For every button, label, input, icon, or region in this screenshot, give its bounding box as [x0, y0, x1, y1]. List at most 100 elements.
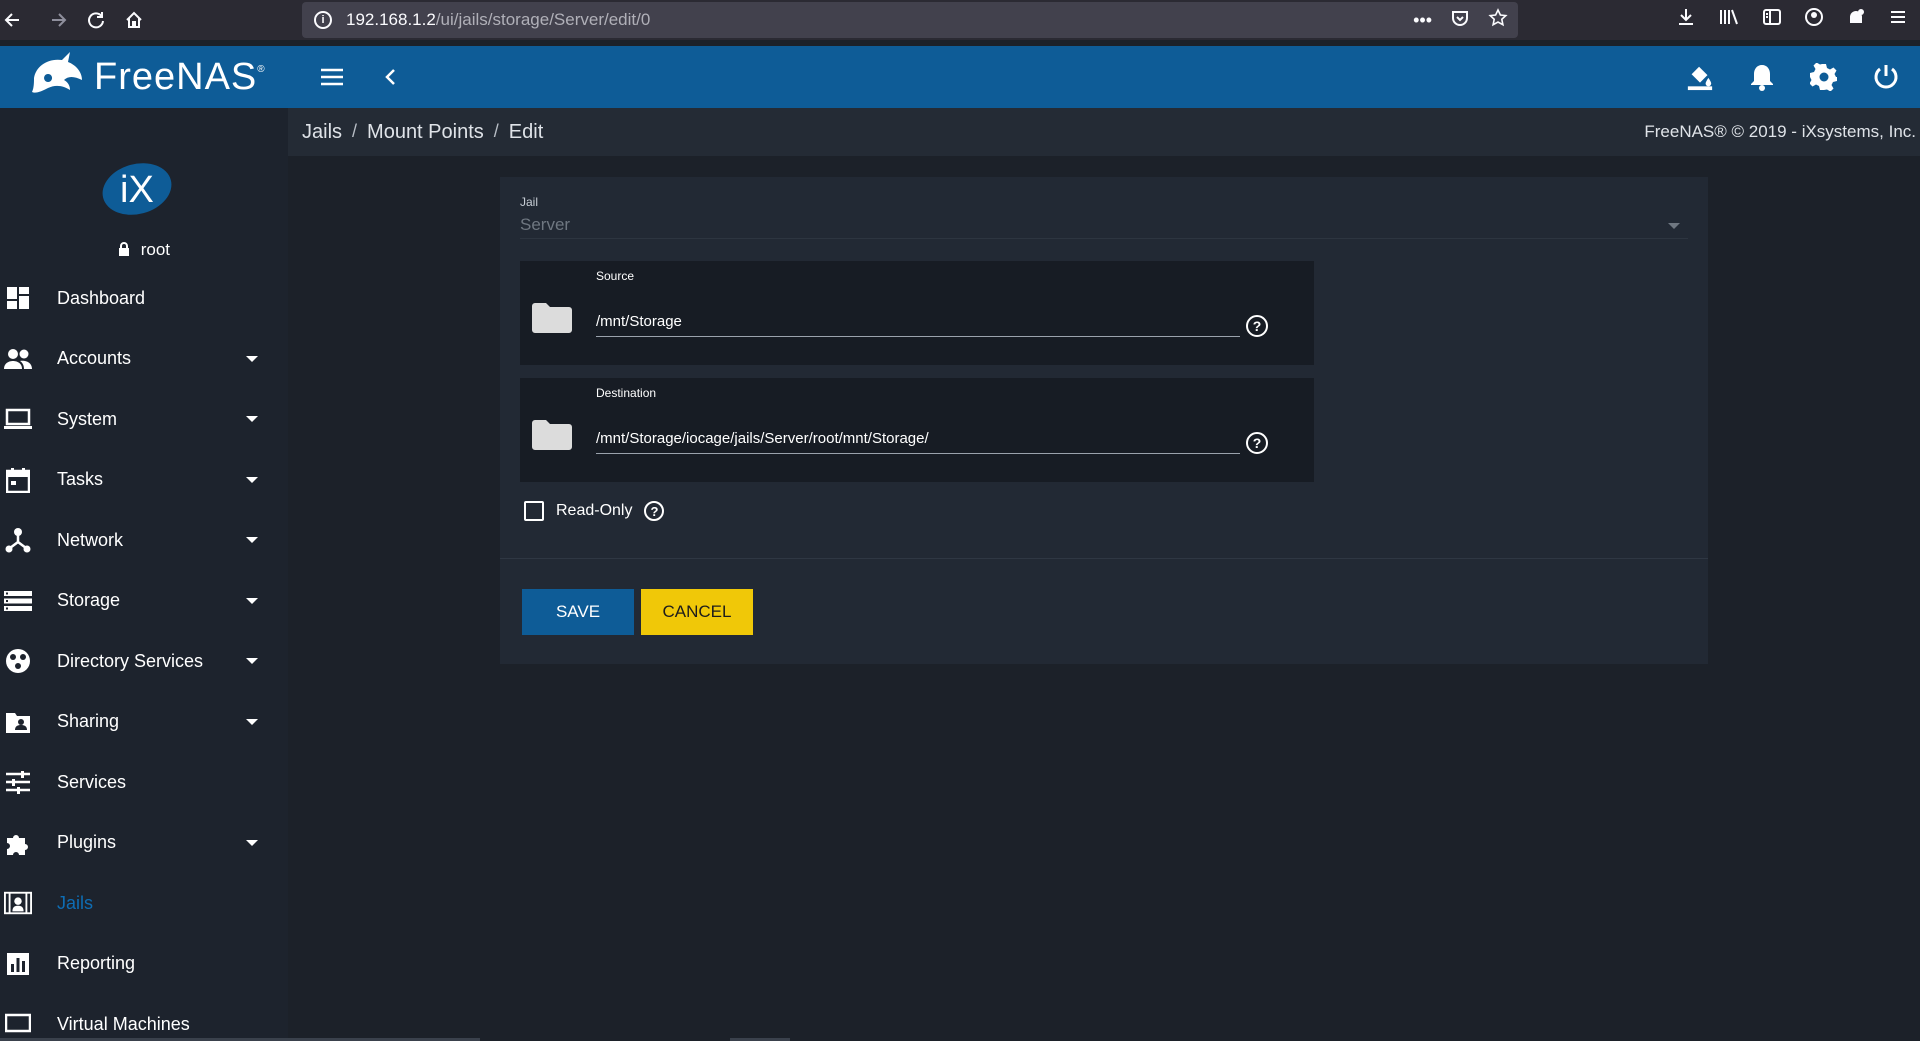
shark-logo-icon	[28, 50, 90, 104]
url-host: 192.168.1.2	[346, 10, 436, 29]
sidebar-item-plugins[interactable]: Plugins	[0, 813, 288, 874]
source-label: Source	[596, 269, 635, 283]
read-only-label[interactable]: Read-Only	[556, 502, 632, 520]
chevron-down-icon[interactable]	[246, 597, 258, 604]
network-icon	[4, 526, 32, 554]
breadcrumb-jails[interactable]: Jails	[302, 121, 342, 144]
jail-value: Server	[520, 215, 571, 234]
sidebar-item-tasks[interactable]: Tasks	[0, 450, 288, 511]
download-icon[interactable]	[1676, 7, 1696, 33]
breadcrumb-mount-points[interactable]: Mount Points	[367, 121, 484, 144]
account-icon[interactable]	[1804, 7, 1824, 33]
chevron-down-icon[interactable]	[246, 537, 258, 544]
user-area: iX root	[0, 108, 288, 268]
mount-point-form: Jail Server Source /mnt/Storage ? Destin…	[500, 177, 1708, 664]
source-field: Source /mnt/Storage ?	[520, 261, 1314, 365]
more-actions-icon[interactable]: •••	[1413, 10, 1432, 31]
site-info-icon[interactable]: i	[314, 11, 332, 29]
directory-icon	[4, 647, 32, 675]
app-name: FreeNAS®	[94, 56, 266, 99]
help-icon[interactable]: ?	[1246, 315, 1268, 337]
hamburger-menu-icon[interactable]	[318, 63, 346, 91]
url-text: 192.168.1.2/ui/jails/storage/Server/edit…	[346, 10, 650, 30]
chart-icon	[4, 950, 32, 978]
username: root	[140, 240, 171, 259]
chevron-down-icon[interactable]	[246, 718, 258, 725]
cancel-button[interactable]: CANCEL	[641, 589, 753, 635]
jail-icon	[4, 889, 32, 917]
collapse-chevron-icon[interactable]	[376, 63, 404, 91]
notifications-bell-icon[interactable]	[1748, 63, 1776, 91]
url-actions: •••	[1413, 2, 1508, 38]
sidebar-item-label: Accounts	[57, 348, 132, 369]
destination-input[interactable]: /mnt/Storage/iocage/jails/Server/root/mn…	[596, 426, 1240, 454]
browser-toolbar: i 192.168.1.2/ui/jails/storage/Server/ed…	[0, 0, 1920, 40]
help-icon[interactable]: ?	[644, 501, 665, 521]
chevron-down-icon[interactable]	[246, 658, 258, 665]
folder-icon[interactable]	[532, 420, 572, 450]
breadcrumb-list: Jails / Mount Points / Edit	[302, 121, 543, 144]
read-only-checkbox[interactable]	[524, 501, 544, 521]
source-input[interactable]: /mnt/Storage	[596, 309, 1240, 337]
chevron-down-icon[interactable]	[246, 476, 258, 483]
freenas-logo[interactable]: FreeNAS®	[28, 50, 266, 104]
menu-icon[interactable]	[1888, 7, 1908, 33]
chevron-down-icon	[1668, 223, 1680, 229]
address-bar[interactable]: i 192.168.1.2/ui/jails/storage/Server/ed…	[302, 2, 1518, 38]
chevron-down-icon[interactable]	[246, 839, 258, 846]
tune-icon	[4, 768, 32, 796]
puzzle-icon	[4, 829, 32, 857]
sidebar-item-services[interactable]: Services	[0, 752, 288, 813]
sidebar-item-label: Dashboard	[57, 287, 146, 308]
theme-paint-bucket-icon[interactable]	[1686, 63, 1714, 91]
sidebar-nav: Dashboard Accounts System Tasks Network …	[0, 268, 288, 1041]
reload-icon[interactable]	[78, 2, 114, 38]
sidebar-item-label: Services	[57, 771, 127, 792]
folder-icon[interactable]	[532, 303, 572, 333]
sidebar: iX root Dashboard Accounts System Tasks …	[0, 108, 288, 1041]
bookmark-star-icon[interactable]	[1488, 7, 1508, 33]
chevron-down-icon[interactable]	[246, 355, 258, 362]
sidebar-item-storage[interactable]: Storage	[0, 571, 288, 632]
divider	[500, 558, 1708, 559]
library-icon[interactable]	[1718, 7, 1740, 33]
pocket-icon[interactable]	[1450, 8, 1470, 33]
sidebar-item-directory-services[interactable]: Directory Services	[0, 631, 288, 692]
forward-arrow-icon[interactable]	[40, 2, 76, 38]
power-icon[interactable]	[1872, 63, 1900, 91]
breadcrumb: Jails / Mount Points / Edit FreeNAS® © 2…	[288, 108, 1920, 156]
trademark: ®	[257, 63, 266, 75]
sidebar-item-sharing[interactable]: Sharing	[0, 692, 288, 753]
sidebar-item-reporting[interactable]: Reporting	[0, 934, 288, 995]
jail-select[interactable]: Jail Server	[520, 195, 1688, 239]
read-only-row: Read-Only ?	[524, 499, 665, 523]
chevron-down-icon[interactable]	[246, 416, 258, 423]
sidebar-item-network[interactable]: Network	[0, 510, 288, 571]
sidebar-item-label: Virtual Machines	[57, 1013, 190, 1034]
destination-field: Destination /mnt/Storage/iocage/jails/Se…	[520, 378, 1314, 482]
settings-gear-icon[interactable]	[1810, 63, 1838, 91]
vm-icon	[4, 1010, 32, 1038]
lock-icon	[118, 240, 135, 259]
sidebar-item-virtual-machines[interactable]: Virtual Machines	[0, 994, 288, 1041]
sidebar-item-accounts[interactable]: Accounts	[0, 329, 288, 390]
calendar-icon	[4, 466, 32, 494]
copyright-text[interactable]: FreeNAS® © 2019 - iXsystems, Inc.	[1644, 122, 1916, 142]
sidebar-item-jails[interactable]: Jails	[0, 873, 288, 934]
header-right-buttons	[1686, 46, 1900, 108]
sidebar-item-dashboard[interactable]: Dashboard	[0, 268, 288, 329]
sidebar-toggle-icon[interactable]	[1762, 7, 1782, 33]
ix-systems-logo: iX	[101, 160, 173, 218]
help-icon[interactable]: ?	[1246, 432, 1268, 454]
browser-right-tools	[1676, 0, 1920, 40]
destination-label: Destination	[596, 386, 657, 400]
sidebar-item-label: Sharing	[57, 711, 120, 732]
header-left-buttons	[318, 46, 404, 108]
home-icon[interactable]	[116, 2, 152, 38]
sidebar-item-system[interactable]: System	[0, 389, 288, 450]
save-button[interactable]: SAVE	[522, 589, 634, 635]
back-arrow-icon[interactable]	[0, 2, 26, 38]
url-path: /ui/jails/storage/Server/edit/0	[435, 10, 651, 29]
user-name-row: root	[0, 240, 288, 260]
extension-icon[interactable]	[1846, 7, 1866, 33]
